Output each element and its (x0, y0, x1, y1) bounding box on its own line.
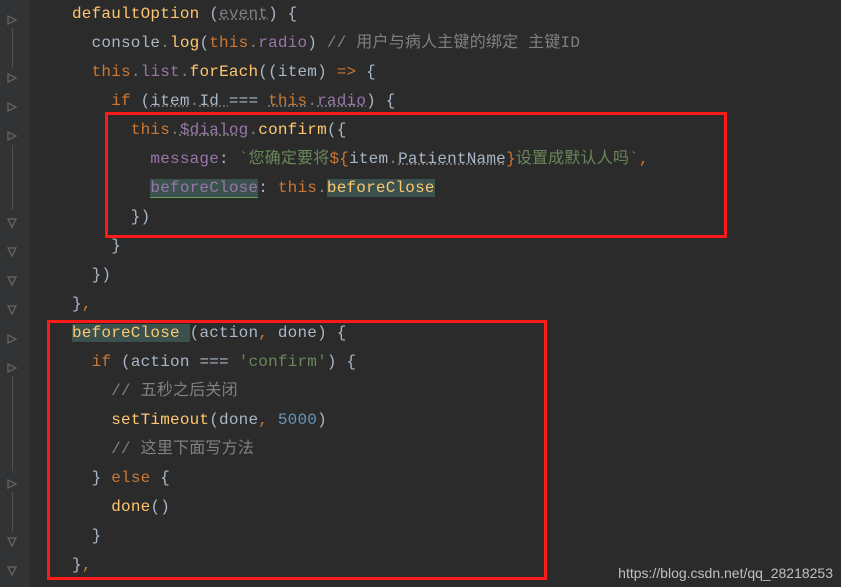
code-line: done() (30, 493, 841, 522)
fold-icon[interactable] (6, 101, 18, 113)
fold-collapse-icon[interactable] (6, 304, 18, 316)
code-line: }) (30, 261, 841, 290)
code-line: if (item.Id === this.radio) { (30, 87, 841, 116)
code-line: this.$dialog.confirm({ (30, 116, 841, 145)
fold-collapse-icon[interactable] (6, 536, 18, 548)
code-line: } else { (30, 464, 841, 493)
code-line: setTimeout(done, 5000) (30, 406, 841, 435)
code-line: } (30, 232, 841, 261)
code-line: console.log(this.radio) // 用户与病人主键的绑定 主键… (30, 29, 841, 58)
fold-icon[interactable] (6, 478, 18, 490)
code-editor[interactable]: defaultOption (event) { console.log(this… (30, 0, 841, 587)
code-line: if (action === 'confirm') { (30, 348, 841, 377)
fold-icon[interactable] (6, 130, 18, 142)
code-line: defaultOption (event) { (30, 0, 841, 29)
code-line: }, (30, 290, 841, 319)
fold-collapse-icon[interactable] (6, 217, 18, 229)
fold-icon[interactable] (6, 72, 18, 84)
code-line: this.list.forEach((item) => { (30, 58, 841, 87)
code-line: } (30, 522, 841, 551)
fold-icon[interactable] (6, 14, 18, 26)
fold-icon[interactable] (6, 362, 18, 374)
fold-collapse-icon[interactable] (6, 275, 18, 287)
editor-gutter (0, 0, 31, 587)
fold-collapse-icon[interactable] (6, 246, 18, 258)
code-line: }) (30, 203, 841, 232)
fold-collapse-icon[interactable] (6, 565, 18, 577)
code-line: beforeClose: this.beforeClose (30, 174, 841, 203)
code-line: message: `您确定要将${item.PatientName}设置成默认人… (30, 145, 841, 174)
code-line: // 这里下面写方法 (30, 435, 841, 464)
code-line: // 五秒之后关闭 (30, 377, 841, 406)
fold-icon[interactable] (6, 333, 18, 345)
code-line: beforeClose (action, done) { (30, 319, 841, 348)
watermark: https://blog.csdn.net/qq_28218253 (618, 565, 833, 581)
